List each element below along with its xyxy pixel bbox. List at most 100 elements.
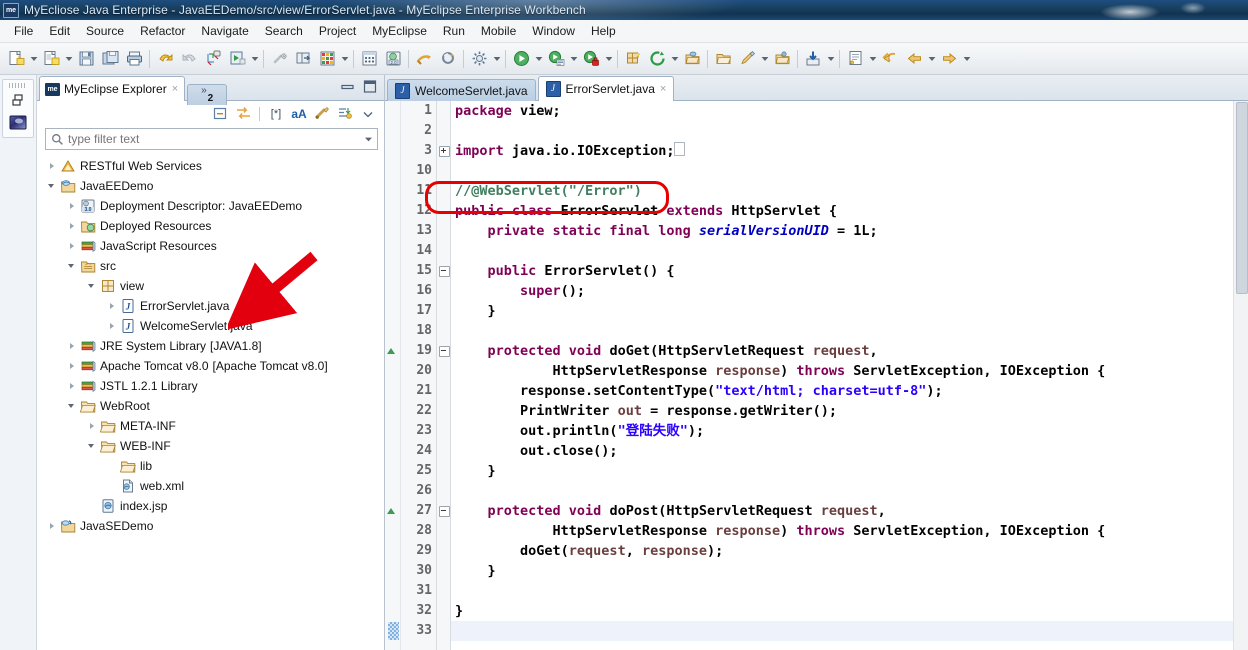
debug-as-icon[interactable] bbox=[201, 47, 225, 71]
tree-item-welcomeservlet-java[interactable]: J WelcomeServlet.java bbox=[37, 316, 384, 336]
close-icon[interactable]: × bbox=[660, 83, 666, 95]
filter-input[interactable] bbox=[64, 131, 361, 147]
run-dropdown-icon[interactable] bbox=[533, 47, 544, 71]
debug-config-icon[interactable] bbox=[544, 47, 568, 71]
external-tools-icon[interactable] bbox=[267, 47, 291, 71]
tree-item-deployed-resources[interactable]: Deployed Resources bbox=[37, 216, 384, 236]
fold-toggle-plus[interactable] bbox=[437, 141, 450, 161]
editor-vertical-scrollbar[interactable] bbox=[1233, 101, 1248, 650]
tree-twisty-collapsed-icon[interactable] bbox=[67, 381, 78, 392]
select-working-set-icon[interactable]: [*] bbox=[266, 104, 286, 123]
run-as-dropdown-icon[interactable] bbox=[249, 47, 260, 71]
database-explorer-icon[interactable] bbox=[315, 47, 339, 71]
refresh-dropdown-icon[interactable] bbox=[669, 47, 680, 71]
new-myeclipse-dropdown-icon[interactable] bbox=[63, 47, 74, 71]
tree-twisty-collapsed-icon[interactable] bbox=[47, 161, 58, 172]
tree-twisty-collapsed-icon[interactable] bbox=[107, 321, 118, 332]
code-line[interactable]: } bbox=[451, 301, 1233, 321]
tree-twisty-expanded-icon[interactable] bbox=[67, 261, 78, 272]
menu-item-run[interactable]: Run bbox=[435, 22, 473, 40]
code-line[interactable] bbox=[451, 481, 1233, 501]
code-line[interactable]: protected void doPost(HttpServletRequest… bbox=[451, 501, 1233, 521]
code-line[interactable] bbox=[451, 161, 1233, 181]
menu-item-navigate[interactable]: Navigate bbox=[193, 22, 256, 40]
menu-item-help[interactable]: Help bbox=[583, 22, 624, 40]
annotation-dropdown-icon[interactable] bbox=[867, 47, 878, 71]
code-line[interactable]: response.setContentType("text/html; char… bbox=[451, 381, 1233, 401]
tree-twisty-collapsed-icon[interactable] bbox=[67, 341, 78, 352]
code-line[interactable]: doGet(request, response); bbox=[451, 541, 1233, 561]
open-resource-icon[interactable] bbox=[770, 47, 794, 71]
menu-item-mobile[interactable]: Mobile bbox=[473, 22, 524, 40]
tree-item-webroot[interactable]: WebRoot bbox=[37, 396, 384, 416]
redo-icon[interactable] bbox=[177, 47, 201, 71]
tree-twisty-collapsed-icon[interactable] bbox=[67, 361, 78, 372]
show-aA-icon[interactable]: aA bbox=[289, 104, 309, 123]
code-editor[interactable]: 1 2 3 10 11 12 13 14 15 16 17 18 19 20 21 22 23 24 25 26 27 2… bbox=[385, 101, 1248, 650]
open-perspective-icon[interactable] bbox=[291, 47, 315, 71]
import-dropdown-icon[interactable] bbox=[825, 47, 836, 71]
code-line[interactable]: out.println("登陆失败"); bbox=[451, 421, 1233, 441]
tree-item-javasedemo[interactable]: JavaSEDemo bbox=[37, 516, 384, 536]
minimize-view-icon[interactable] bbox=[341, 80, 355, 96]
import-icon[interactable] bbox=[801, 47, 825, 71]
code-line[interactable]: package view; bbox=[451, 101, 1233, 121]
tree-item-javascript-resources[interactable]: JavaScript Resources bbox=[37, 236, 384, 256]
fold-minus-icon[interactable] bbox=[439, 266, 450, 277]
tree-twisty-collapsed-icon[interactable] bbox=[87, 421, 98, 432]
tree-twisty-expanded-icon[interactable] bbox=[87, 441, 98, 452]
code-line[interactable]: public ErrorServlet() { bbox=[451, 261, 1233, 281]
forward-dropdown-icon[interactable] bbox=[961, 47, 972, 71]
tree-twisty-expanded-icon[interactable] bbox=[67, 401, 78, 412]
code-line[interactable]: protected void doGet(HttpServletRequest … bbox=[451, 341, 1233, 361]
undo-icon[interactable] bbox=[153, 47, 177, 71]
annotation-icon[interactable] bbox=[843, 47, 867, 71]
source-code-text[interactable]: package view; import java.io.IOException;… bbox=[451, 101, 1233, 650]
code-line[interactable]: import java.io.IOException; bbox=[451, 141, 1233, 161]
tree-item-deployment-descriptor-javaeedemo[interactable]: 3.0 Deployment Descriptor: JavaEEDemo bbox=[37, 196, 384, 216]
run-secure-icon[interactable] bbox=[579, 47, 603, 71]
tree-twisty-collapsed-icon[interactable] bbox=[67, 221, 78, 232]
fold-toggle-minus[interactable] bbox=[437, 261, 450, 281]
code-line[interactable]: public class ErrorServlet extends HttpSe… bbox=[451, 201, 1233, 221]
annotation-ruler[interactable] bbox=[385, 101, 401, 650]
tree-item-jstl-1-2-1-library[interactable]: JSTL 1.2.1 Library bbox=[37, 376, 384, 396]
project-tree[interactable]: RESTful Web Services JavaEEDemo 3.0 Deploym… bbox=[37, 154, 384, 650]
tree-item-apache-tomcat-v8-0[interactable]: Apache Tomcat v8.0 [Apache Tomcat v8.0] bbox=[37, 356, 384, 376]
print-icon[interactable] bbox=[122, 47, 146, 71]
tree-twisty-collapsed-icon[interactable] bbox=[67, 241, 78, 252]
code-line[interactable] bbox=[451, 121, 1233, 141]
menu-item-source[interactable]: Source bbox=[78, 22, 132, 40]
tree-item-restful-web-services[interactable]: RESTful Web Services bbox=[37, 156, 384, 176]
tree-item-errorservlet-java[interactable]: J ErrorServlet.java bbox=[37, 296, 384, 316]
forward-icon[interactable] bbox=[937, 47, 961, 71]
code-line[interactable]: private static final long serialVersionU… bbox=[451, 221, 1233, 241]
new-myeclipse-project-icon[interactable] bbox=[39, 47, 63, 71]
run-as-icon[interactable] bbox=[225, 47, 249, 71]
code-line[interactable]: } bbox=[451, 601, 1233, 621]
code-line[interactable]: super(); bbox=[451, 281, 1233, 301]
open-type-icon[interactable] bbox=[680, 47, 704, 71]
edit-dropdown-icon[interactable] bbox=[759, 47, 770, 71]
tree-item-javaeedemo[interactable]: JavaEEDemo bbox=[37, 176, 384, 196]
server-icon[interactable]: 2.0 bbox=[381, 47, 405, 71]
menu-item-refactor[interactable]: Refactor bbox=[132, 22, 193, 40]
menu-item-project[interactable]: Project bbox=[311, 22, 364, 40]
close-icon[interactable]: × bbox=[172, 83, 178, 95]
run-icon[interactable] bbox=[509, 47, 533, 71]
configure-icon[interactable] bbox=[467, 47, 491, 71]
tree-item-web-xml[interactable]: web.xml bbox=[37, 476, 384, 496]
matrix-icon[interactable] bbox=[357, 47, 381, 71]
filter-box[interactable] bbox=[45, 128, 378, 150]
code-line[interactable] bbox=[451, 621, 1233, 641]
new-package-icon[interactable] bbox=[621, 47, 645, 71]
fold-plus-icon[interactable] bbox=[439, 146, 450, 157]
maximize-view-icon[interactable] bbox=[363, 80, 377, 96]
edit-icon[interactable] bbox=[735, 47, 759, 71]
tree-twisty-collapsed-icon[interactable] bbox=[47, 521, 58, 532]
code-line[interactable]: out.close(); bbox=[451, 441, 1233, 461]
debug-config-dropdown-icon[interactable] bbox=[568, 47, 579, 71]
refresh-deploy-icon[interactable] bbox=[436, 47, 460, 71]
back-icon[interactable] bbox=[878, 47, 902, 71]
tab-myeclipse-explorer[interactable]: me MyEclipse Explorer × bbox=[39, 76, 186, 101]
